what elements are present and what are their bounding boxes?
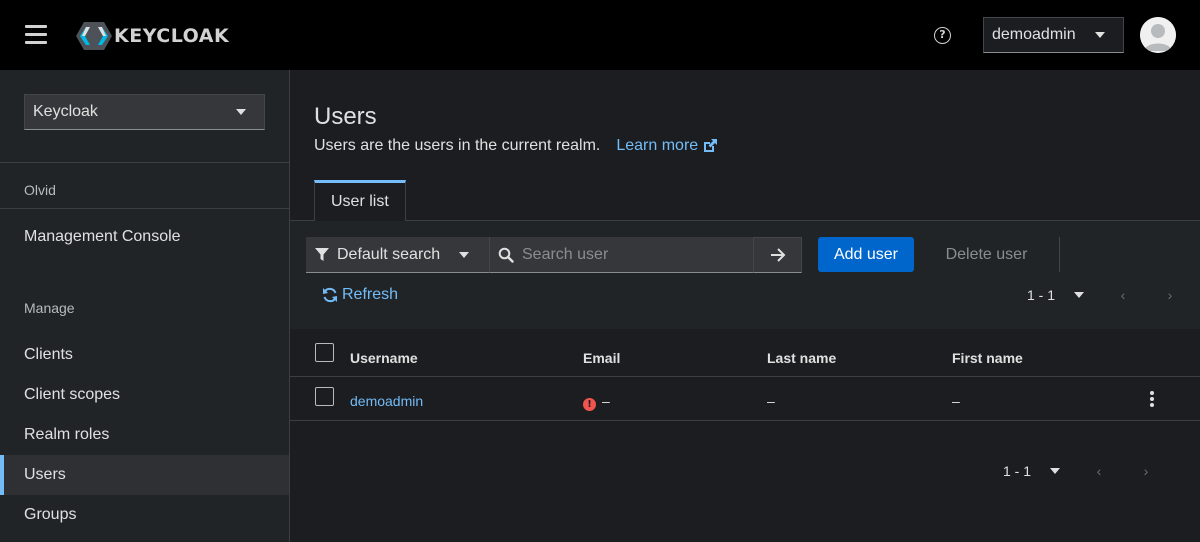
email-value: – xyxy=(602,393,610,409)
search-type-label: Default search xyxy=(337,245,441,263)
sidebar-item-groups[interactable]: Groups xyxy=(0,495,289,535)
pagination-count-toggle[interactable]: 1 - 1 xyxy=(1027,287,1085,303)
user-menu-label: demoadmin xyxy=(992,26,1076,43)
logo-text: KEYCLOAK xyxy=(114,25,230,47)
page-description-text: Users are the users in the current realm… xyxy=(314,137,601,154)
sidebar-item-realm-roles[interactable]: Realm roles xyxy=(0,415,289,455)
next-page-icon[interactable]: › xyxy=(1162,287,1178,303)
row-actions-kebab-icon[interactable] xyxy=(1148,391,1156,409)
previous-page-icon[interactable]: ‹ xyxy=(1091,463,1107,479)
pagination-count: 1 - 1 xyxy=(1003,463,1032,479)
avatar[interactable] xyxy=(1140,17,1176,53)
top-pagination: 1 - 1 ‹ › xyxy=(1027,287,1178,303)
tabs: User list xyxy=(290,180,1200,221)
keycloak-logo[interactable]: KEYCLOAK xyxy=(76,22,229,50)
learn-more-label: Learn more xyxy=(616,137,699,154)
hamburger-menu-icon[interactable] xyxy=(25,25,47,45)
refresh-icon xyxy=(323,287,337,303)
sidebar-item-client-scopes[interactable]: Client scopes xyxy=(0,375,289,415)
help-icon[interactable]: ? xyxy=(934,27,951,44)
search-submit-button[interactable] xyxy=(753,237,802,273)
caret-down-icon xyxy=(1095,32,1105,38)
row-checkbox[interactable] xyxy=(315,387,334,406)
search-icon xyxy=(498,247,514,263)
toolbar: Default search Add user Delete user xyxy=(290,221,1200,329)
tab-user-list[interactable]: User list xyxy=(314,180,406,221)
sidebar-item-management-console[interactable]: Management Console xyxy=(0,217,289,257)
last-name-cell: – xyxy=(767,393,775,409)
column-header-username[interactable]: Username xyxy=(350,350,418,366)
sidebar-divider xyxy=(0,208,289,209)
first-name-cell: – xyxy=(952,393,960,409)
exclamation-circle-icon: ! xyxy=(583,398,596,411)
select-all-checkbox[interactable] xyxy=(315,343,334,362)
arrow-right-icon xyxy=(770,248,785,262)
page-description: Users are the users in the current realm… xyxy=(314,137,718,155)
main-content: Users Users are the users in the current… xyxy=(290,70,1200,542)
add-user-button[interactable]: Add user xyxy=(818,237,914,272)
refresh-button[interactable]: Refresh xyxy=(322,285,398,305)
sidebar: Keycloak Olvid Management Console Manage… xyxy=(0,70,290,542)
caret-down-icon xyxy=(1050,468,1061,474)
refresh-label: Refresh xyxy=(342,286,399,303)
page-title: Users xyxy=(314,103,377,130)
pagination-count-toggle[interactable]: 1 - 1 xyxy=(1003,463,1061,479)
username-link[interactable]: demoadmin xyxy=(350,393,423,409)
realm-selector-label: Keycloak xyxy=(33,103,98,120)
sidebar-item-clients[interactable]: Clients xyxy=(0,335,289,375)
keycloak-logo-icon xyxy=(76,22,112,50)
sidebar-item-users[interactable]: Users xyxy=(0,455,289,495)
pagination-count: 1 - 1 xyxy=(1027,287,1056,303)
next-page-icon[interactable]: › xyxy=(1138,463,1154,479)
table-row: demoadmin ! – – – xyxy=(290,377,1200,421)
column-header-first-name[interactable]: First name xyxy=(952,350,1023,366)
column-header-email[interactable]: Email xyxy=(583,350,620,366)
caret-down-icon xyxy=(459,251,469,258)
learn-more-link[interactable]: Learn more xyxy=(616,137,718,155)
filter-icon xyxy=(315,247,329,261)
email-cell: ! – xyxy=(583,393,610,411)
external-link-icon xyxy=(704,139,718,152)
table-header: Username Email Last name First name xyxy=(290,329,1200,377)
toolbar-divider xyxy=(1059,237,1060,272)
caret-down-icon xyxy=(236,109,246,115)
search-type-dropdown[interactable]: Default search xyxy=(306,237,489,273)
sidebar-divider xyxy=(0,162,289,163)
delete-user-button[interactable]: Delete user xyxy=(930,237,1043,272)
realm-selector[interactable]: Keycloak xyxy=(24,94,265,130)
masthead: KEYCLOAK ? demoadmin xyxy=(0,0,1200,70)
user-avatar-icon xyxy=(1140,17,1176,53)
sidebar-section-realm: Olvid xyxy=(24,182,56,198)
previous-page-icon[interactable]: ‹ xyxy=(1115,287,1131,303)
search-box xyxy=(489,237,753,273)
caret-down-icon xyxy=(1074,292,1085,298)
search-input[interactable] xyxy=(522,245,742,264)
user-menu-dropdown[interactable]: demoadmin xyxy=(983,17,1124,53)
column-header-last-name[interactable]: Last name xyxy=(767,350,836,366)
sidebar-section-manage: Manage xyxy=(24,300,75,316)
bottom-pagination: 1 - 1 ‹ › xyxy=(1003,463,1154,479)
